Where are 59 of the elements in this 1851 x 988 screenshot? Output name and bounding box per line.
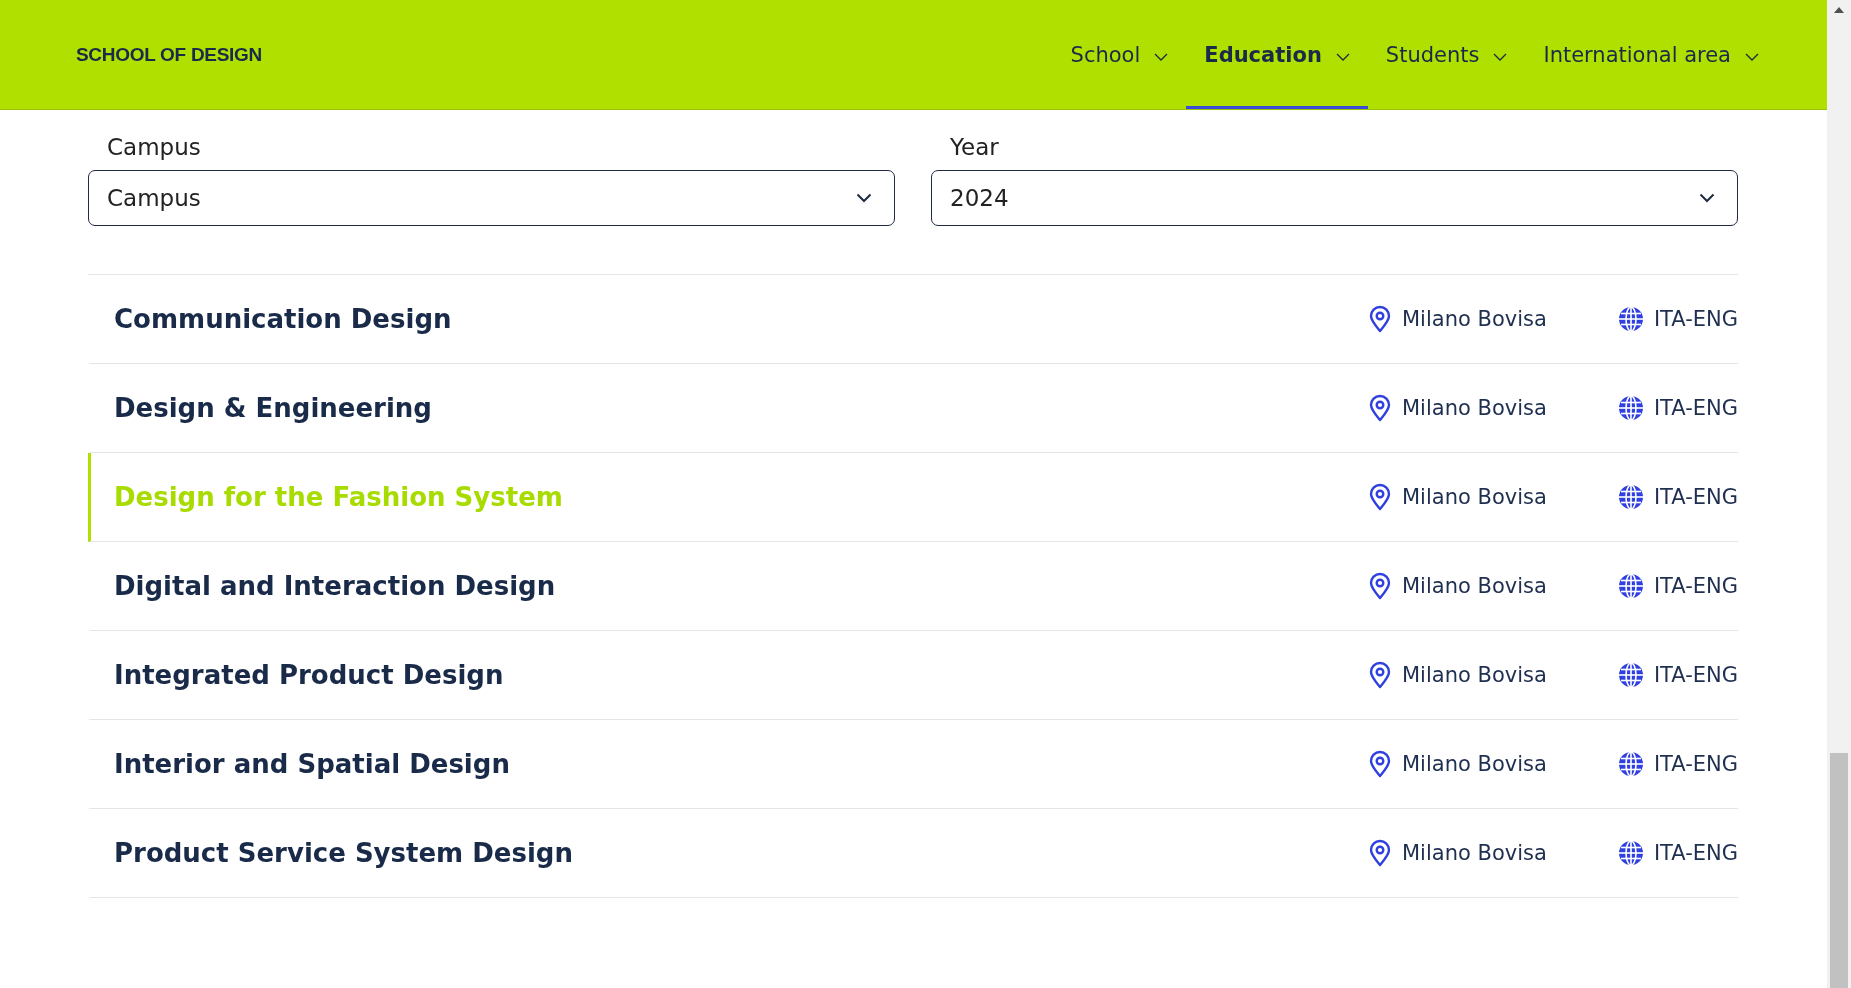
language-text: ITA-ENG [1653, 752, 1738, 776]
scrollbar[interactable] [1827, 0, 1851, 988]
field-label: Campus [106, 134, 202, 160]
field-label: Year [949, 134, 1000, 160]
chevron-down-icon [1699, 193, 1715, 203]
scrollbar-thumb[interactable] [1830, 753, 1848, 988]
location-pin-icon [1368, 839, 1392, 867]
dropdown-field[interactable]: 2024 [931, 170, 1738, 226]
programme-row[interactable]: Design for the Fashion System Milano Bovisa ITA-ENG [88, 453, 1738, 542]
chevron-icon [1745, 52, 1759, 61]
campus-text: Milano Bovisa [1402, 841, 1547, 865]
globe-icon [1617, 306, 1644, 332]
globe-icon [1617, 573, 1644, 599]
language-text: ITA-ENG [1653, 663, 1738, 687]
globe-icon [1617, 751, 1644, 777]
campus-text: Milano Bovisa [1402, 752, 1547, 776]
language-text: ITA-ENG [1653, 574, 1738, 598]
nav-tab[interactable]: School [1052, 0, 1187, 109]
language-text: ITA-ENG [1653, 485, 1738, 509]
chevron-down-icon [856, 193, 872, 203]
programme-title[interactable]: Communication Design [114, 304, 1368, 334]
campus-text: Milano Bovisa [1402, 307, 1547, 331]
location-pin-icon [1368, 661, 1392, 689]
programme-title[interactable]: Design & Engineering [114, 393, 1368, 423]
location-pin-icon [1368, 483, 1392, 511]
language-text: ITA-ENG [1653, 841, 1738, 865]
language-text: ITA-ENG [1653, 396, 1738, 420]
campus-text: Milano Bovisa [1402, 663, 1547, 687]
programme-title[interactable]: Interior and Spatial Design [114, 749, 1368, 779]
site-logo[interactable]: SCHOOL OF DESIGN [76, 43, 262, 66]
nav-tab[interactable]: Students [1367, 0, 1526, 109]
programme-row[interactable]: Digital and Interaction Design Milano Bovisa ITA-ENG [88, 542, 1738, 631]
campus-text: Milano Bovisa [1402, 574, 1547, 598]
dropdown-field[interactable]: Campus [88, 170, 895, 226]
location-pin-icon [1368, 305, 1392, 333]
programme-row[interactable]: Integrated Product Design Milano Bovisa ITA-ENG [88, 631, 1738, 720]
programme-row[interactable]: Communication Design Milano Bovisa ITA-ENG [88, 275, 1738, 364]
globe-icon [1617, 484, 1644, 510]
globe-icon [1617, 395, 1644, 421]
campus-text: Milano Bovisa [1402, 485, 1547, 509]
globe-icon [1617, 662, 1644, 688]
globe-icon [1617, 840, 1644, 866]
programme-row[interactable]: Product Service System Design Milano Bovisa ITA-ENG [88, 809, 1738, 898]
language-text: ITA-ENG [1653, 307, 1738, 331]
scroll-up-arrow-icon[interactable] [1834, 6, 1844, 14]
nav-tab[interactable]: International area [1525, 0, 1777, 109]
nav-tab[interactable]: Education [1186, 0, 1368, 109]
programme-title[interactable]: Product Service System Design [114, 838, 1368, 868]
location-pin-icon [1368, 394, 1392, 422]
programme-row[interactable]: Design & Engineering Milano Bovisa ITA-ENG [88, 364, 1738, 453]
chevron-icon [1335, 52, 1350, 61]
chevron-icon [1154, 52, 1169, 61]
chevron-icon [1493, 52, 1508, 61]
programme-title[interactable]: Digital and Interaction Design [114, 571, 1368, 601]
location-pin-icon [1368, 572, 1392, 600]
programme-title[interactable]: Integrated Product Design [114, 660, 1368, 690]
campus-text: Milano Bovisa [1402, 396, 1547, 420]
programme-row[interactable]: Interior and Spatial Design Milano Bovisa ITA-ENG [88, 720, 1738, 809]
location-pin-icon [1368, 750, 1392, 778]
